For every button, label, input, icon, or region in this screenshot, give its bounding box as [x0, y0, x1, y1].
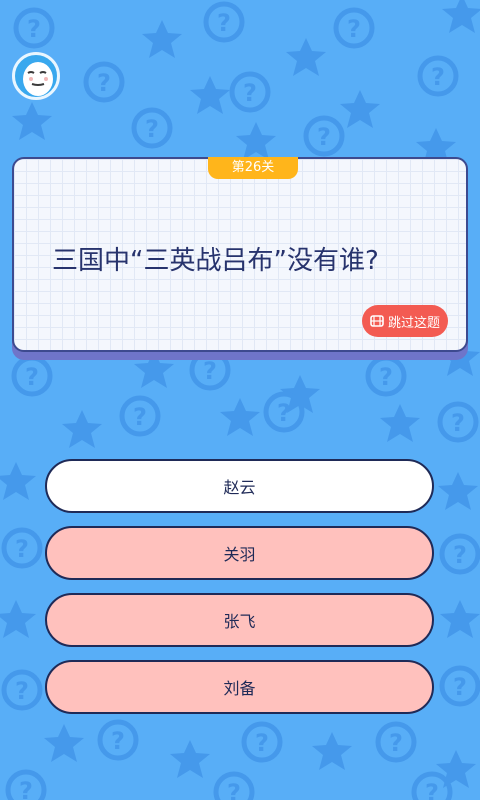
- avatar[interactable]: [12, 52, 60, 100]
- answer-label: 赵云: [223, 478, 256, 497]
- answer-option-4[interactable]: 刘备: [45, 660, 434, 714]
- question-card: 第26关 三国中“三英战吕布”没有谁? 跳过这题: [12, 157, 468, 352]
- cartoon-face-avatar: [23, 62, 53, 96]
- answer-label: 关羽: [223, 545, 256, 564]
- answer-option-2[interactable]: 关羽: [45, 526, 434, 580]
- question-text: 三国中“三英战吕布”没有谁?: [52, 246, 379, 276]
- level-indicator: 第26关: [208, 157, 298, 179]
- skip-question-button[interactable]: 跳过这题: [362, 305, 448, 337]
- video-ad-icon: [370, 315, 384, 327]
- answer-label: 刘备: [223, 679, 256, 698]
- answer-label: 张飞: [223, 612, 256, 631]
- answer-option-3[interactable]: 张飞: [45, 593, 434, 647]
- skip-label: 跳过这题: [387, 315, 440, 331]
- answer-option-1[interactable]: 赵云: [45, 459, 434, 513]
